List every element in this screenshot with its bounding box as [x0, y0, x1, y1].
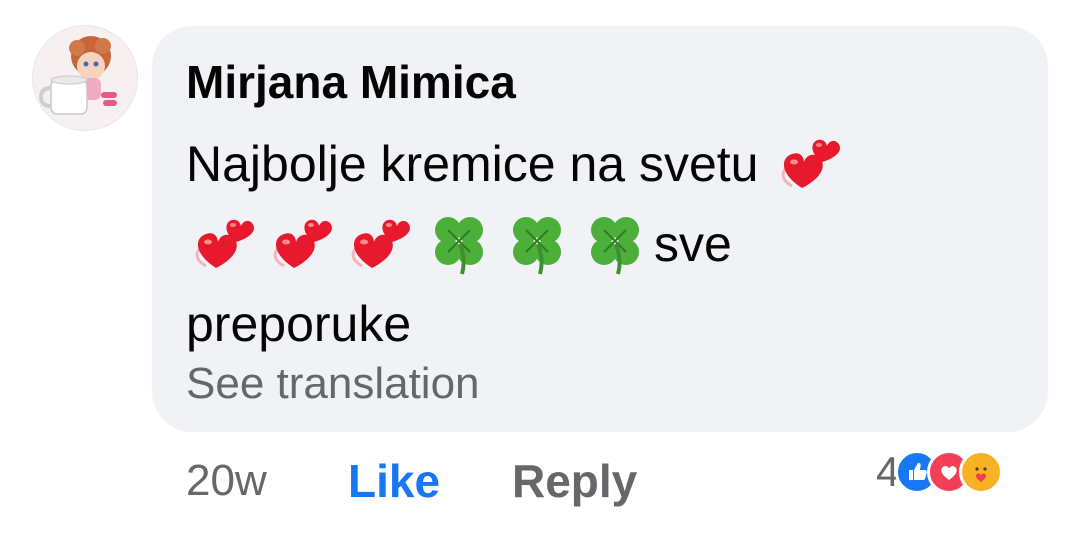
four-leaf-clover-icon	[498, 204, 576, 280]
revolving-hearts-icon	[342, 204, 420, 280]
message-text-2: sve	[654, 215, 732, 272]
message-line-2: sve	[186, 206, 1006, 286]
revolving-hearts-icon	[772, 124, 850, 200]
message-line-1: Najbolje kremice na svetu	[186, 126, 1006, 206]
revolving-hearts-icon	[264, 204, 342, 280]
comment-author[interactable]: Mirjana Mimica	[186, 54, 516, 110]
four-leaf-clover-icon	[420, 204, 498, 280]
four-leaf-clover-icon	[576, 204, 654, 280]
revolving-hearts-icon	[186, 204, 264, 280]
like-button[interactable]: Like	[348, 446, 440, 516]
avatar[interactable]	[33, 26, 137, 130]
reply-button[interactable]: Reply	[512, 446, 637, 516]
care-icon	[959, 450, 1004, 494]
comment-bubble: Mirjana Mimica Najbolje kremice na svetu…	[152, 26, 1048, 432]
message-line-3: preporuke	[186, 295, 412, 352]
message-text-1: Najbolje kremice na svetu	[186, 136, 773, 192]
see-translation-link[interactable]: See translation	[186, 356, 480, 412]
comment-message: Najbolje kremice na svetu sve preporuke	[186, 126, 1006, 362]
comment-timestamp[interactable]: 20w	[186, 446, 267, 516]
reactions-summary[interactable]: 4	[876, 440, 1004, 504]
